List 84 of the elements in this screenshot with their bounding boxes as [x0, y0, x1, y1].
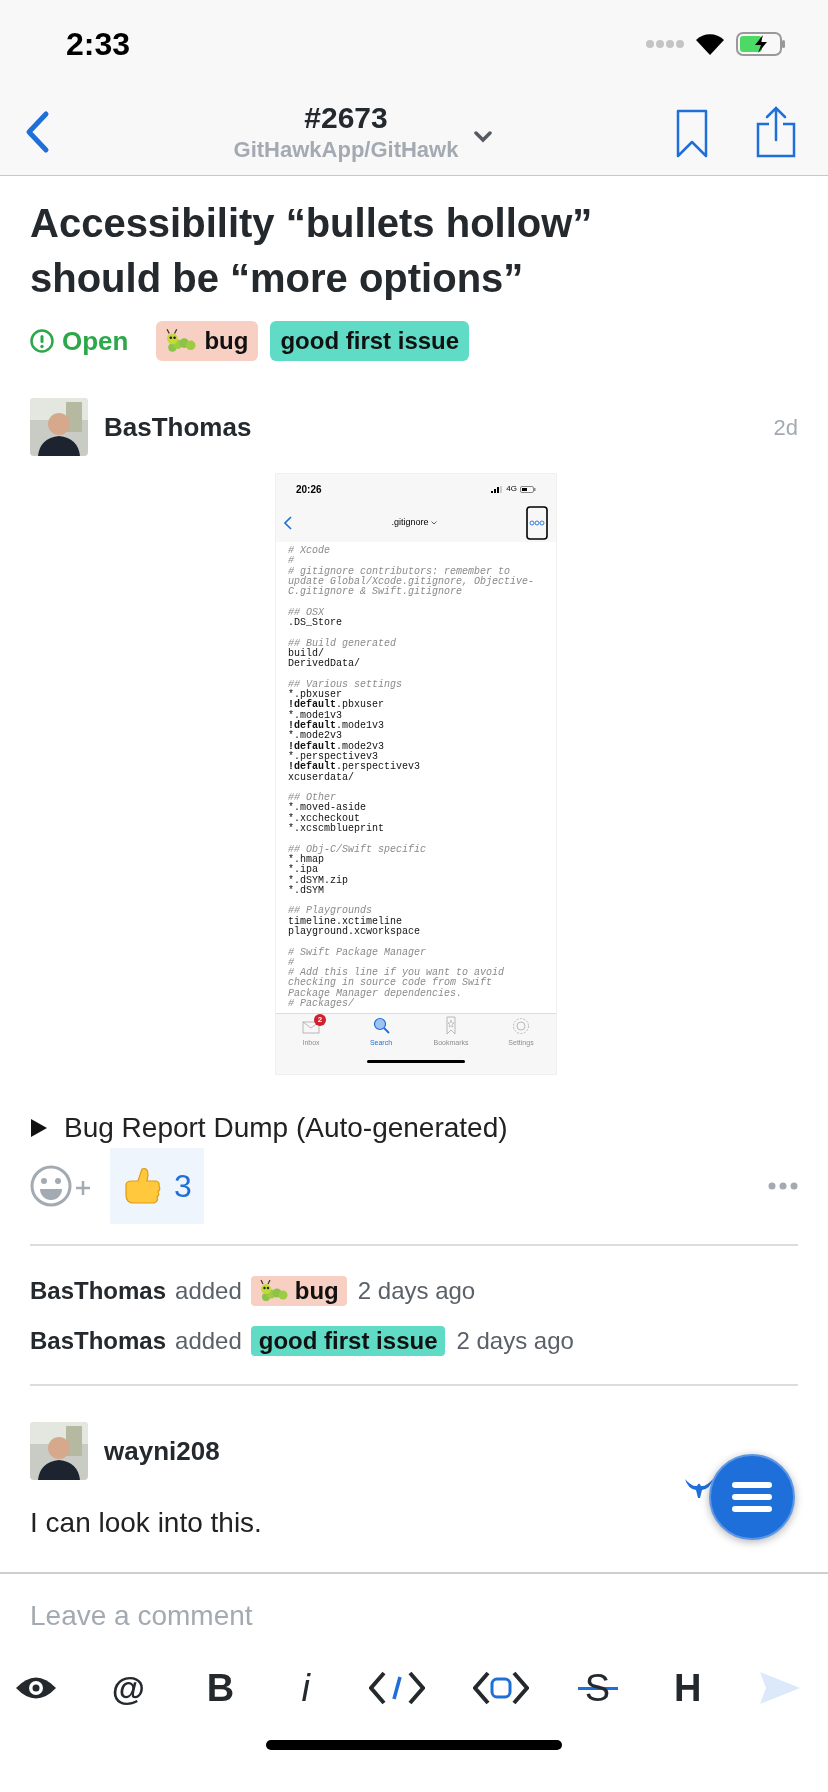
code-line: *.xccheckout: [288, 813, 360, 824]
code-line: # Swift Package Manager: [288, 947, 428, 958]
code-icon[interactable]: [369, 1671, 425, 1705]
actor-name[interactable]: BasThomas: [30, 1273, 167, 1309]
issue-state: Open: [62, 324, 129, 358]
signal-icon: [646, 39, 684, 49]
code-line: !default.perspectivev3: [288, 762, 422, 773]
code-line: #: [288, 556, 295, 567]
code-line: checking in source code from Swift: [288, 978, 494, 989]
code-line: build/: [288, 648, 324, 659]
badge: 2: [314, 1014, 326, 1026]
code-line: ## Various settings: [288, 679, 404, 690]
code-line: .DS_Store: [288, 618, 343, 629]
signal-icon: [491, 485, 504, 493]
disclosure-triangle-icon[interactable]: [30, 1118, 48, 1138]
back-icon[interactable]: [284, 516, 292, 530]
mention-button[interactable]: @: [106, 1662, 151, 1714]
label-chip[interactable]: good first issue: [250, 1326, 446, 1356]
label-chip[interactable]: good first issue: [270, 321, 470, 361]
bookmark-icon[interactable]: [676, 108, 708, 159]
timestamp: 2 days ago: [456, 1326, 574, 1356]
issue-number: #2673: [304, 99, 388, 136]
code-line: # gitignore contributors: remember to: [288, 566, 511, 577]
timestamp: 2 days ago: [357, 1276, 476, 1306]
clock-time: 2:33: [66, 25, 131, 64]
label-chip[interactable]: bug: [156, 321, 259, 361]
code-line: !default.pbxuser: [288, 700, 386, 711]
code-line: # Xcode: [288, 546, 331, 556]
issue-title: Accessibility “bullets hollow” should be “more options”: [30, 200, 594, 302]
battery-icon: [520, 485, 536, 493]
code-line: ## Obj-C/Swift specific: [288, 844, 428, 855]
code-line: #: [288, 957, 295, 968]
gear-icon: [511, 1016, 531, 1036]
label-chip[interactable]: bug: [250, 1276, 347, 1306]
code-block-icon[interactable]: [473, 1671, 530, 1705]
reaction-button[interactable]: 3: [110, 1148, 204, 1224]
code-line: ## OSX: [288, 607, 325, 618]
code-line: ## Build generated: [288, 638, 398, 649]
code-line: xcuserdata/: [288, 772, 354, 783]
clock-time: 20:26: [296, 482, 322, 497]
author-name[interactable]: BasThomas: [104, 407, 774, 447]
code-line: DerivedData/: [288, 659, 361, 670]
menu-icon: [732, 1482, 772, 1512]
event-action: added: [175, 1326, 242, 1356]
code-line: ## Playgrounds: [288, 906, 372, 917]
event-action: added: [175, 1276, 242, 1306]
code-line: *.mode1v3: [288, 710, 342, 721]
thumbs-up-icon: [122, 1165, 162, 1207]
italic-button[interactable]: i: [290, 1659, 321, 1717]
details-summary[interactable]: Bug Report Dump (Auto-generated): [64, 1107, 508, 1149]
repo-name: GitHawkApp/GitHawk: [233, 135, 459, 164]
code-line: timeline.xctimeline: [288, 916, 403, 927]
wifi-icon: [694, 32, 726, 56]
code-line: *.dSYM: [288, 885, 324, 897]
code-line: !default.mode2v3: [288, 741, 386, 752]
file-title: .gitignore: [391, 516, 429, 530]
comment-field[interactable]: Leave a comment: [30, 1594, 798, 1638]
timestamp: 2d: [773, 413, 798, 442]
format-button[interactable]: H: [665, 1659, 710, 1717]
code-line: *.ipa: [288, 865, 318, 876]
back-icon[interactable]: [24, 109, 50, 154]
chevron-down-icon[interactable]: [430, 521, 437, 525]
code-line: *.mode2v3: [288, 731, 342, 742]
battery-icon: [736, 32, 786, 56]
chevron-down-icon[interactable]: [474, 130, 493, 143]
format-button[interactable]: B: [198, 1659, 243, 1717]
code-line: playground.xcworkspace: [288, 927, 422, 938]
code-line: C.gitignore & Swift.gitignore: [288, 587, 463, 598]
network-type: 4G: [506, 483, 517, 495]
code-line: *.moved-aside: [288, 803, 367, 814]
code-line: *.pbxuser: [288, 690, 342, 701]
search-icon: [371, 1016, 391, 1036]
comment-text: I can look into this.: [30, 1506, 263, 1540]
code-line: *.dSYM.zip: [288, 875, 349, 886]
author-name[interactable]: wayni208: [104, 1431, 220, 1471]
code-line: # Packages/: [288, 999, 354, 1010]
code-line: Package Manager dependencies.: [288, 988, 464, 999]
actor-name[interactable]: BasThomas: [30, 1323, 167, 1359]
alert-icon: [30, 329, 54, 353]
more-icon[interactable]: [526, 506, 548, 540]
code-line: *.xcscmblueprint: [288, 824, 385, 835]
code-line: *.hmap: [288, 854, 324, 866]
menu-button[interactable]: [709, 1454, 795, 1540]
share-icon[interactable]: [756, 105, 796, 158]
